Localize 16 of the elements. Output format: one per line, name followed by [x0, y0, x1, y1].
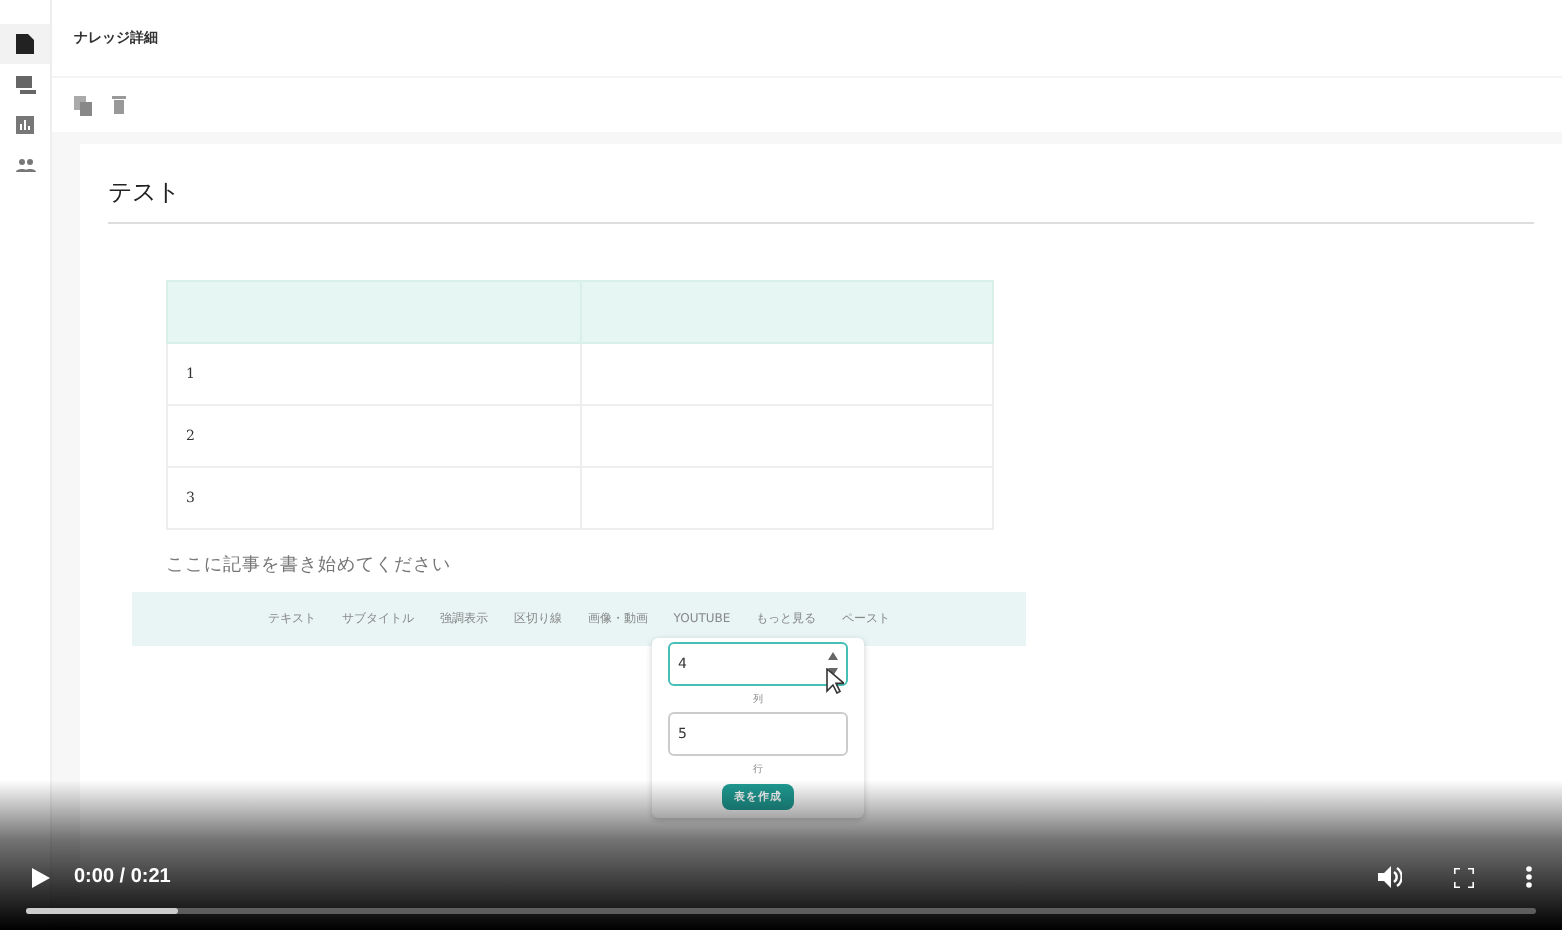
- trash-icon[interactable]: [112, 96, 126, 114]
- document-icon: [16, 34, 34, 54]
- cursor-icon: [826, 668, 844, 694]
- chart-icon: [16, 115, 34, 133]
- fullscreen-icon[interactable]: [1454, 867, 1474, 887]
- editor-field[interactable]: ここに記事を書き始めてください: [166, 554, 766, 578]
- article-title: テスト: [108, 176, 182, 210]
- chat-icon: [15, 75, 35, 93]
- sidebar-item[interactable]: [0, 24, 50, 64]
- more-icon[interactable]: [1526, 866, 1532, 888]
- spinner-icon[interactable]: [828, 652, 838, 676]
- video-time: 0:00 / 0:21: [74, 866, 171, 888]
- copy-icon[interactable]: [74, 95, 92, 115]
- progress-bar[interactable]: [26, 908, 1536, 914]
- people-icon: [15, 157, 35, 171]
- volume-icon[interactable]: [1378, 866, 1402, 888]
